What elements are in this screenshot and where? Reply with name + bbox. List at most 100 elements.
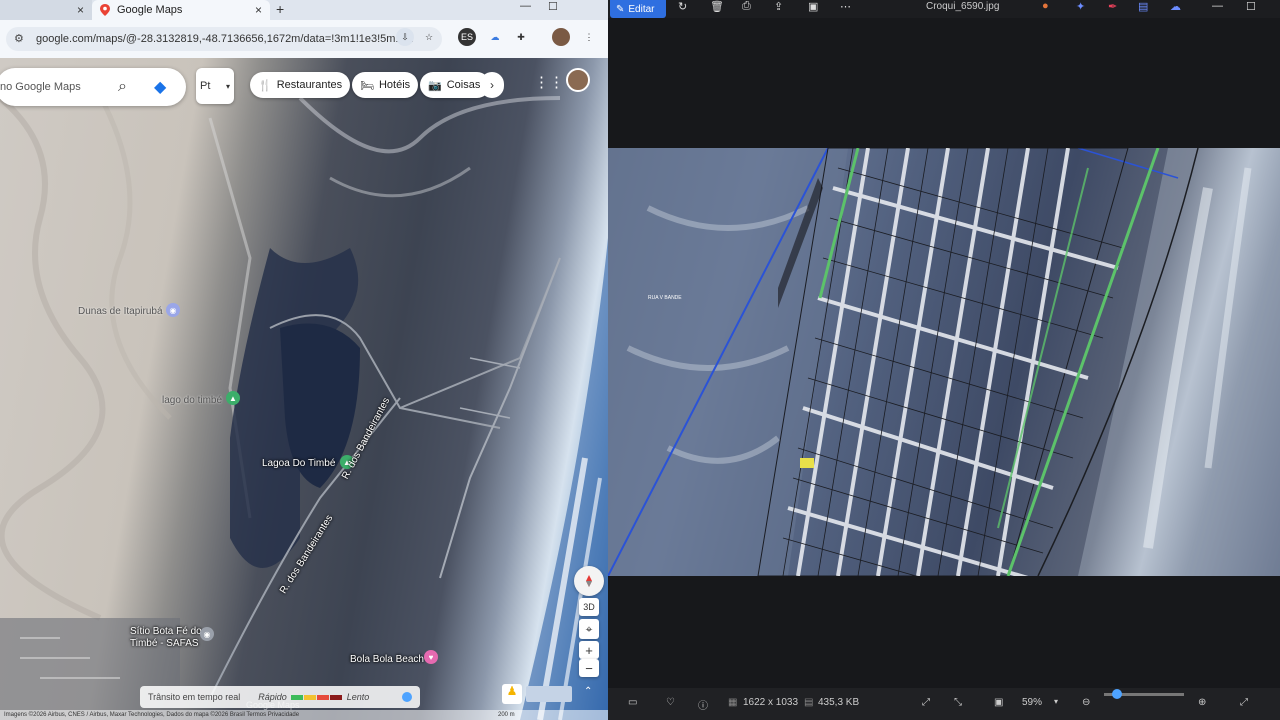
account-avatar[interactable] bbox=[566, 68, 590, 92]
copilot-icon[interactable]: ● bbox=[1042, 0, 1049, 12]
zoom-out-button[interactable]: − bbox=[579, 659, 599, 677]
cloud-icon[interactable]: ☁ bbox=[1170, 0, 1181, 13]
close-tab-icon[interactable]: × bbox=[255, 3, 262, 17]
zoom-in-icon[interactable]: ⊕ bbox=[1198, 697, 1206, 708]
camera-icon: 📷 bbox=[428, 79, 442, 92]
zoom-in-button[interactable]: + bbox=[579, 641, 599, 659]
delete-icon[interactable]: 🗑 bbox=[710, 0, 724, 13]
chip-hotels[interactable]: 🛏 Hotéis bbox=[352, 72, 419, 98]
browser-menu-icon[interactable]: ⋮ bbox=[580, 28, 598, 46]
screen: × Google Maps × + — ☐ ⚙ google.com/maps/… bbox=[0, 0, 1280, 720]
more-options-icon[interactable]: ⋯ bbox=[840, 0, 851, 13]
bed-icon: 🛏 bbox=[360, 79, 374, 92]
file-name: Croqui_6590.jpg bbox=[926, 1, 1000, 12]
place-label[interactable]: Sítio Bota Fé do bbox=[130, 626, 202, 637]
file-size: 435,3 KB bbox=[818, 697, 860, 708]
zoom-level[interactable]: 59% bbox=[1022, 697, 1042, 708]
dimensions-icon: ▦ bbox=[728, 697, 738, 708]
3d-toggle-button[interactable]: 3D bbox=[579, 598, 599, 616]
place-label[interactable]: Lagoa Do Timbé bbox=[262, 458, 335, 469]
share-icon[interactable]: ⇪ bbox=[774, 0, 783, 13]
chip-restaurants[interactable]: 🍴 Restaurantes bbox=[250, 72, 351, 98]
directions-icon[interactable]: ◆ bbox=[154, 77, 166, 97]
zoom-out-icon[interactable]: ⊖ bbox=[1082, 697, 1090, 708]
apps-grid-icon[interactable]: ⋮⋮ bbox=[534, 73, 564, 91]
fit-window-icon[interactable]: ⤢ bbox=[922, 697, 930, 708]
zoom-slider-thumb[interactable] bbox=[1112, 689, 1122, 699]
gallery-icon[interactable]: ▤ bbox=[1138, 0, 1148, 13]
chevron-down-icon[interactable]: ▾ bbox=[226, 82, 230, 91]
maximize-button[interactable]: ☐ bbox=[1246, 0, 1256, 13]
map-attribution: Imagens ©2026 Airbus, CNES / Airbus, Max… bbox=[0, 710, 608, 720]
expand-up-icon[interactable]: ⌃ bbox=[584, 686, 592, 697]
chevron-right-icon[interactable]: › bbox=[480, 72, 504, 98]
pen-icon[interactable]: ✒ bbox=[1108, 0, 1117, 13]
my-location-icon[interactable]: ⌖ bbox=[579, 619, 599, 639]
slideshow-icon[interactable]: ▣ bbox=[994, 697, 1003, 708]
map-terrain bbox=[0, 76, 608, 720]
minimize-button[interactable]: — bbox=[520, 0, 531, 12]
scale-label[interactable]: 200 m bbox=[498, 710, 515, 720]
tab-strip: × Google Maps × + — ☐ bbox=[0, 0, 608, 20]
layer-label: Pt bbox=[200, 80, 211, 92]
minimize-button[interactable]: — bbox=[1212, 0, 1223, 12]
cloud-extension-icon[interactable]: ☁ bbox=[486, 28, 504, 46]
search-input[interactable]: no Google Maps bbox=[0, 81, 81, 93]
compass-icon[interactable] bbox=[574, 566, 604, 596]
rotate-icon[interactable]: ↻ bbox=[678, 0, 687, 13]
extensions-puzzle-icon[interactable]: ✚ bbox=[512, 28, 530, 46]
place-pin-icon[interactable]: ◉ bbox=[200, 627, 214, 641]
install-app-icon[interactable]: ⇩ bbox=[396, 28, 414, 46]
traffic-bar bbox=[329, 694, 342, 700]
traffic-info-icon[interactable] bbox=[402, 692, 412, 702]
info-icon[interactable]: ⓘ bbox=[698, 697, 708, 712]
place-pin-icon[interactable]: ◉ bbox=[166, 303, 180, 317]
imagery-thumbnails[interactable] bbox=[526, 686, 572, 702]
maps-pin-icon bbox=[100, 4, 110, 16]
traffic-bar bbox=[316, 694, 329, 700]
new-tab-button[interactable]: + bbox=[276, 1, 284, 17]
fullscreen-icon[interactable]: ⤢ bbox=[1240, 697, 1248, 708]
place-label[interactable]: lago do timbé bbox=[162, 395, 222, 406]
compass-needle-icon bbox=[586, 575, 592, 587]
print-icon[interactable]: ⎙ bbox=[742, 0, 751, 13]
info-panel-icon[interactable]: ▣ bbox=[808, 0, 818, 13]
profile-avatar[interactable] bbox=[552, 28, 570, 46]
bookmark-star-icon[interactable]: ☆ bbox=[420, 28, 438, 46]
maximize-button[interactable]: ☐ bbox=[548, 0, 558, 13]
map-search-box[interactable]: no Google Maps ⌕ ◆ bbox=[0, 68, 186, 106]
chip-label: Hotéis bbox=[378, 79, 411, 91]
url-field[interactable]: ⚙ google.com/maps/@-28.3132819,-48.71366… bbox=[6, 27, 442, 51]
profile-badge[interactable]: ES bbox=[458, 28, 476, 46]
search-icon[interactable]: ⌕ bbox=[118, 78, 127, 96]
tab-google-maps[interactable]: Google Maps × bbox=[92, 0, 270, 20]
traffic-bar bbox=[303, 694, 316, 700]
attribution-text: Imagens ©2026 Airbus, CNES / Airbus, Max… bbox=[4, 712, 300, 718]
site-info-icon[interactable]: ⚙ bbox=[14, 32, 28, 46]
pegman-icon[interactable]: ♟ bbox=[502, 684, 522, 704]
edit-button[interactable]: ✎ Editar bbox=[610, 0, 666, 18]
place-label[interactable]: Timbé - SAFAS bbox=[130, 638, 199, 649]
edit-ai-icon[interactable]: ✦ bbox=[1076, 0, 1085, 13]
place-label[interactable]: Bola Bola Beach bbox=[350, 654, 424, 665]
edit-label: Editar bbox=[628, 3, 655, 15]
viewer-canvas-top bbox=[608, 18, 1280, 148]
traffic-bar bbox=[290, 694, 303, 700]
google-watermark: Google Maps bbox=[246, 700, 300, 710]
satellite-map[interactable]: no Google Maps ⌕ ◆ Pt ▾ 🍴 Restaurantes 🛏… bbox=[0, 58, 608, 720]
place-label[interactable]: Dunas de Itapirubá bbox=[78, 306, 163, 317]
close-tab-icon[interactable]: × bbox=[77, 3, 84, 17]
favorite-heart-icon[interactable]: ♡ bbox=[666, 697, 675, 708]
edit-pencil-icon: ✎ bbox=[616, 3, 625, 15]
place-pin-icon[interactable]: ♥ bbox=[424, 650, 438, 664]
layer-button[interactable]: Pt ▾ bbox=[196, 68, 234, 104]
traffic-label: Trânsito em tempo real bbox=[148, 692, 241, 702]
tab-previous[interactable]: × bbox=[0, 0, 92, 20]
chevron-down-icon[interactable]: ▾ bbox=[1054, 697, 1058, 706]
displayed-image[interactable]: RUA V BANDE bbox=[608, 148, 1280, 576]
filmstrip-icon[interactable]: ▭ bbox=[628, 697, 637, 708]
nature-pin-icon[interactable]: ▲ bbox=[226, 391, 240, 405]
actual-size-icon[interactable]: ⤡ bbox=[954, 697, 962, 708]
subdivision-plan bbox=[608, 148, 1280, 576]
file-size-icon: ▤ bbox=[804, 697, 814, 708]
